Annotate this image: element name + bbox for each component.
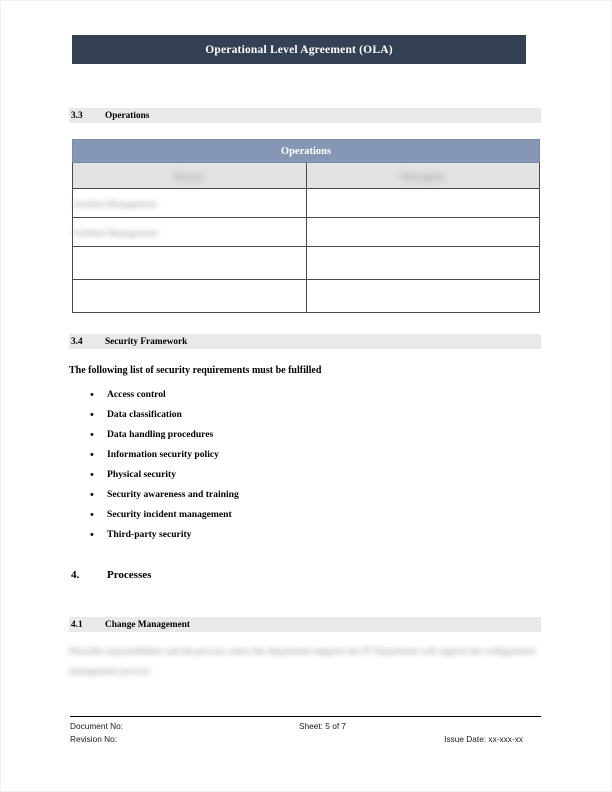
section-heading-operations: 3.3 Operations — [69, 108, 541, 123]
list-item: • Security incident management — [69, 505, 469, 525]
list-item: • Access control — [69, 385, 469, 405]
bullet-icon: • — [90, 429, 94, 441]
security-requirements-list: • Access control • Data classification •… — [69, 385, 469, 545]
table-header-row: Process Description — [72, 162, 540, 189]
operations-table-title: Operations — [72, 139, 540, 163]
footer-revision-no: Revision No: — [70, 734, 118, 744]
list-item: • Security awareness and training — [69, 485, 469, 505]
cell-process-1-text: Incident Management — [73, 199, 157, 210]
table-row: Problem Management — [72, 217, 540, 247]
section-heading-change-management: 4.1 Change Management — [69, 617, 541, 632]
operations-table: Operations Process Description Incident … — [72, 139, 540, 313]
list-item-label: Data handling procedures — [107, 429, 214, 440]
change-management-body: Describe responsibilities and the proces… — [69, 642, 541, 682]
column-header-description-text: Description — [400, 172, 445, 183]
footer-sheet-number: Sheet: 5 of 7 — [299, 721, 347, 731]
footer-issue-date: Issue Date: xx-xxx-xx — [444, 734, 523, 744]
section-title: Operations — [105, 110, 150, 121]
section-number: 3.4 — [71, 336, 83, 347]
list-item: • Third-party security — [69, 525, 469, 545]
table-row — [72, 279, 540, 313]
bullet-icon: • — [90, 529, 94, 541]
column-header-description: Description — [305, 162, 540, 189]
cell-description-4[interactable] — [305, 279, 540, 313]
change-management-body-text: Describe responsibilities and the proces… — [69, 646, 536, 677]
bullet-icon: • — [90, 389, 94, 401]
document-page: Operational Level Agreement (OLA) 3.3 Op… — [0, 0, 612, 792]
section-heading-security-framework: 3.4 Security Framework — [69, 334, 541, 349]
list-item: • Physical security — [69, 465, 469, 485]
bullet-icon: • — [90, 489, 94, 501]
cell-description-3[interactable] — [305, 246, 540, 280]
list-item-label: Access control — [107, 389, 166, 400]
footer-row-bottom: Revision No: Issue Date: xx-xxx-xx — [70, 733, 541, 746]
section-heading-processes: 4. Processes — [69, 567, 541, 582]
section-number: 4.1 — [71, 619, 83, 630]
table-title-row: Operations — [72, 139, 540, 163]
cell-process-3[interactable] — [72, 246, 307, 280]
list-item: • Data handling procedures — [69, 425, 469, 445]
bullet-icon: • — [90, 469, 94, 481]
cell-process-1[interactable]: Incident Management — [72, 188, 307, 218]
bullet-icon: • — [90, 449, 94, 461]
list-item-label: Information security policy — [107, 449, 219, 460]
document-title-banner: Operational Level Agreement (OLA) — [72, 35, 526, 64]
list-item-label: Security incident management — [107, 509, 232, 520]
section-number: 4. — [71, 568, 80, 581]
column-header-process: Process — [72, 162, 307, 189]
footer-divider — [70, 716, 541, 717]
footer-document-no: Document No: — [70, 721, 124, 731]
section-title: Change Management — [105, 619, 190, 630]
document-title: Operational Level Agreement (OLA) — [205, 43, 393, 56]
list-item-label: Security awareness and training — [107, 489, 239, 500]
page-footer: Document No: Sheet: 5 of 7 Revision No: … — [70, 720, 541, 750]
list-item-label: Data classification — [107, 409, 182, 420]
cell-process-4[interactable] — [72, 279, 307, 313]
security-requirements-intro: The following list of security requireme… — [69, 365, 322, 376]
bullet-icon: • — [90, 409, 94, 421]
table-row: Incident Management — [72, 188, 540, 218]
column-header-process-text: Process — [174, 172, 204, 183]
list-item: • Information security policy — [69, 445, 469, 465]
section-title: Security Framework — [105, 336, 188, 347]
cell-process-2-text: Problem Management — [73, 228, 158, 239]
cell-description-2[interactable] — [305, 217, 540, 247]
section-title: Processes — [107, 568, 152, 581]
cell-description-1[interactable] — [305, 188, 540, 218]
list-item: • Data classification — [69, 405, 469, 425]
table-row — [72, 246, 540, 280]
cell-process-2[interactable]: Problem Management — [72, 217, 307, 247]
footer-row-top: Document No: Sheet: 5 of 7 — [70, 720, 541, 733]
list-item-label: Physical security — [107, 469, 177, 480]
bullet-icon: • — [90, 509, 94, 521]
list-item-label: Third-party security — [107, 529, 192, 540]
section-number: 3.3 — [71, 110, 83, 121]
